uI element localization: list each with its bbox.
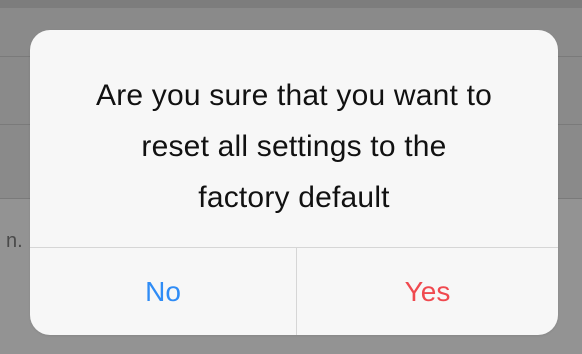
dialog-message-line: Are you sure that you want to (95, 79, 493, 112)
yes-button[interactable]: Yes (297, 248, 558, 335)
background-partial-text: n. (6, 230, 23, 252)
dialog-message-line: factory default (198, 181, 390, 214)
background-top-band (0, 0, 582, 8)
dialog-message: Are you sure that you want to reset all … (30, 70, 558, 223)
dialog-message-line: reset all settings to the (141, 130, 447, 163)
reset-confirmation-dialog: Are you sure that you want to reset all … (30, 30, 558, 335)
no-button[interactable]: No (30, 248, 296, 335)
